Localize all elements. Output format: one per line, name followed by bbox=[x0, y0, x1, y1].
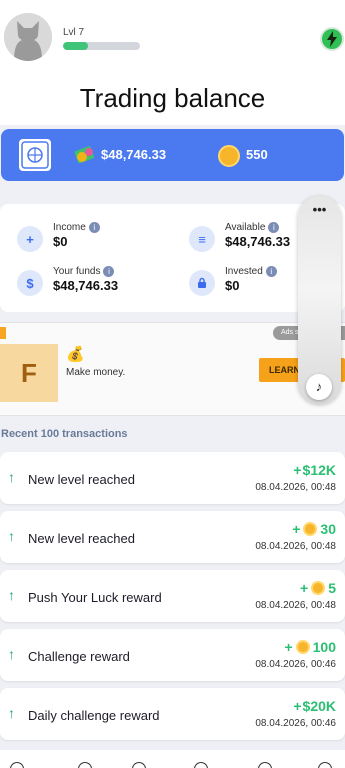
coin-icon bbox=[311, 581, 326, 595]
transaction-date: 08.04.2026, 00:48 bbox=[255, 541, 336, 552]
arrow-up-icon: ↑ bbox=[8, 705, 15, 721]
transaction-amount-prefix: + bbox=[300, 580, 309, 596]
transaction-row[interactable]: ↑ New level reached + $12K 08.04.2026, 00:48 bbox=[0, 452, 345, 504]
transaction-amount: $12K bbox=[302, 462, 336, 478]
top-header: Lvl 7 bbox=[0, 0, 345, 80]
xp-progress-fill bbox=[63, 42, 88, 50]
dollar-icon: $ bbox=[17, 270, 43, 296]
transaction-amount-group: +5 bbox=[300, 580, 336, 596]
transaction-date: 08.04.2026, 00:48 bbox=[255, 482, 336, 493]
transaction-date: 08.04.2026, 00:46 bbox=[255, 659, 336, 670]
transaction-row[interactable]: ↑ Daily challenge reward + $20K 08.04.2026, … bbox=[0, 688, 345, 740]
arrow-up-icon: ↑ bbox=[8, 528, 15, 544]
lock-icon bbox=[189, 270, 215, 296]
cat-avatar-icon bbox=[4, 13, 52, 61]
stat-funds: $ Your funds i $48,746.33 bbox=[17, 266, 157, 306]
transaction-row[interactable]: ↑ Push Your Luck reward +5 08.04.2026, 00:4… bbox=[0, 570, 345, 622]
transaction-label: New level reached bbox=[28, 531, 135, 546]
more-icon[interactable]: ••• bbox=[298, 202, 341, 217]
coin-icon bbox=[303, 522, 318, 536]
info-icon[interactable]: i bbox=[265, 266, 277, 277]
transaction-label: Challenge reward bbox=[28, 649, 130, 664]
transaction-date: 08.04.2026, 00:46 bbox=[255, 718, 336, 729]
stat-income-value: $0 bbox=[53, 234, 68, 249]
transaction-amount-prefix: + bbox=[292, 521, 301, 537]
page-title: Trading balance bbox=[0, 80, 345, 125]
transaction-amount: $20K bbox=[302, 698, 336, 714]
transaction-amount-prefix: + bbox=[284, 639, 293, 655]
plus-icon: + bbox=[17, 226, 43, 252]
music-note-icon[interactable]: ♪ bbox=[306, 374, 332, 400]
info-icon[interactable]: i bbox=[88, 222, 100, 233]
nav-stats-icon[interactable] bbox=[194, 762, 208, 768]
info-icon[interactable]: i bbox=[268, 222, 280, 233]
nav-shop-icon[interactable] bbox=[258, 762, 272, 768]
transaction-amount-prefix: + bbox=[293, 698, 302, 714]
stat-income: + Income i $0 bbox=[17, 222, 157, 262]
transaction-amount-group: +100 bbox=[284, 639, 336, 655]
transaction-label: Daily challenge reward bbox=[28, 708, 160, 723]
nav-center-icon[interactable] bbox=[132, 762, 146, 768]
money-bag-icon: 💰 bbox=[66, 346, 85, 363]
transaction-row[interactable]: ↑ New level reached +30 08.04.2026, 00:48 bbox=[0, 511, 345, 563]
floating-widget[interactable]: ••• ♪ bbox=[298, 196, 341, 404]
transaction-amount: 5 bbox=[328, 580, 336, 596]
lightning-icon[interactable] bbox=[320, 27, 344, 51]
stat-invested-label: Invested bbox=[225, 266, 263, 277]
transaction-label: Push Your Luck reward bbox=[28, 590, 162, 605]
transaction-label: New level reached bbox=[28, 472, 135, 487]
stats-panel: + Income i $0 ≡ Available i $48,746.33 $ Y… bbox=[0, 204, 345, 312]
balance-usd: $48,746.33 bbox=[101, 147, 167, 162]
transaction-amount-prefix: + bbox=[293, 462, 302, 478]
bottom-nav bbox=[0, 750, 345, 768]
stat-funds-label: Your funds bbox=[53, 266, 101, 277]
safe-icon bbox=[19, 139, 51, 171]
stat-available-value: $48,746.33 bbox=[225, 234, 291, 249]
ad-logo: F bbox=[0, 344, 58, 402]
money-icon bbox=[73, 143, 97, 167]
coin-icon bbox=[218, 145, 240, 167]
balance-card: $48,746.33 550 bbox=[1, 129, 344, 181]
nav-trade-icon[interactable] bbox=[78, 762, 92, 768]
nav-home-icon[interactable] bbox=[10, 762, 24, 768]
avatar[interactable] bbox=[4, 13, 52, 61]
transaction-amount: 100 bbox=[312, 639, 336, 655]
info-icon[interactable]: i bbox=[103, 266, 115, 277]
coin-icon bbox=[295, 640, 310, 654]
xp-progress-bar bbox=[63, 42, 140, 50]
level-label: Lvl 7 bbox=[63, 27, 85, 38]
transaction-row[interactable]: ↑ Challenge reward +100 08.04.2026, 00:46 bbox=[0, 629, 345, 681]
nav-profile-icon[interactable] bbox=[318, 762, 332, 768]
stat-funds-value: $48,746.33 bbox=[53, 278, 119, 293]
transaction-amount: 30 bbox=[320, 521, 336, 537]
stat-invested-value: $0 bbox=[225, 278, 240, 293]
coins-stack-icon: ≡ bbox=[189, 226, 215, 252]
arrow-up-icon: ↑ bbox=[8, 646, 15, 662]
transaction-amount-group: +30 bbox=[292, 521, 336, 537]
arrow-up-icon: ↑ bbox=[8, 587, 15, 603]
ad-tagline: Make money. bbox=[66, 367, 126, 378]
stat-available-label: Available bbox=[225, 222, 266, 233]
balance-coins: 550 bbox=[246, 147, 268, 162]
stat-income-label: Income bbox=[53, 222, 86, 233]
transaction-date: 08.04.2026, 00:48 bbox=[255, 600, 336, 611]
transaction-amount-group: + $20K bbox=[293, 698, 336, 714]
transactions-heading: Recent 100 transactions bbox=[1, 428, 128, 440]
arrow-up-icon: ↑ bbox=[8, 469, 15, 485]
transaction-amount-group: + $12K bbox=[293, 462, 336, 478]
ad-badge bbox=[0, 327, 6, 339]
